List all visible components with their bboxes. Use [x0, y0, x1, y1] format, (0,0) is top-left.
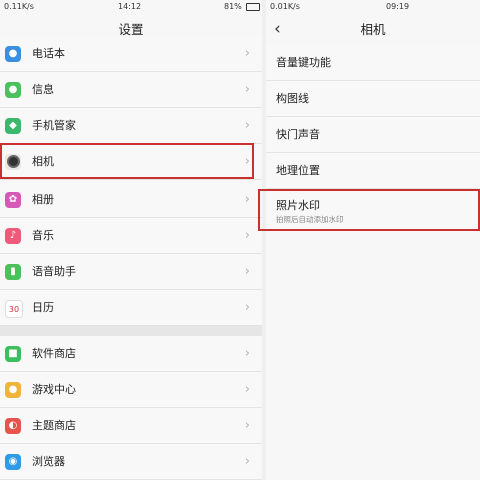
chevron-right-icon: ›	[244, 454, 250, 469]
settings-item-game[interactable]: ● 游戏中心 ›	[0, 372, 262, 408]
settings-panel: 0.11K/s 14:12 81% 设置 ● 电话本 › ● 信息 › ◆ 手机管家 › 相机 › ✿…	[0, 0, 262, 480]
network-speed: 0.01K/s	[270, 2, 300, 11]
settings-item-label: 电话本	[32, 47, 65, 60]
page-title: 相机	[360, 22, 386, 37]
theme-icon-glyph: ◐	[8, 420, 18, 431]
calendar-icon-glyph: 30	[8, 305, 20, 314]
message-icon-glyph: ●	[8, 84, 18, 95]
settings-item-message[interactable]: ● 信息 ›	[0, 72, 262, 108]
settings-item-theme[interactable]: ◐ 主题商店 ›	[0, 408, 262, 444]
settings-item-label: 音乐	[32, 229, 54, 242]
camera-setting-item[interactable]: 地理位置	[266, 153, 480, 189]
music-icon-glyph: ♪	[9, 230, 17, 241]
settings-item-contacts[interactable]: ● 电话本 ›	[0, 36, 262, 72]
theme-icon: ◐	[5, 418, 21, 434]
browser-icon: ◉	[5, 454, 21, 470]
chevron-right-icon: ›	[244, 82, 250, 97]
camera-setting-label: 地理位置	[276, 164, 320, 177]
status-bar: 0.11K/s 14:12 81%	[0, 0, 262, 13]
chevron-right-icon: ›	[244, 192, 250, 207]
battery-icon	[246, 3, 260, 11]
settings-item-label: 软件商店	[32, 347, 76, 360]
chevron-right-icon: ›	[244, 118, 250, 133]
settings-item-browser[interactable]: ◉ 浏览器 ›	[0, 444, 262, 480]
chevron-right-icon: ›	[244, 228, 250, 243]
settings-item-label: 手机管家	[32, 119, 76, 132]
chevron-right-icon: ›	[244, 346, 250, 361]
chevron-right-icon: ›	[244, 264, 250, 279]
settings-item-label: 相册	[32, 193, 54, 206]
settings-item-app-store[interactable]: ■ 软件商店 ›	[0, 336, 262, 372]
calendar-icon: 30	[5, 300, 23, 318]
app-store-icon: ■	[5, 346, 21, 362]
settings-item-label: 浏览器	[32, 455, 65, 468]
status-time: 09:19	[386, 2, 410, 11]
camera-highlight-box	[0, 143, 254, 179]
settings-item-music[interactable]: ♪ 音乐 ›	[0, 218, 262, 254]
microphone-icon: ▮	[5, 264, 21, 280]
settings-item-shield[interactable]: ◆ 手机管家 ›	[0, 108, 262, 144]
back-arrow-icon[interactable]: ‹	[274, 13, 281, 46]
settings-item-label: 主题商店	[32, 419, 76, 432]
camera-setting-label: 快门声音	[276, 128, 320, 141]
settings-item-label: 游戏中心	[32, 383, 76, 396]
camera-setting-item[interactable]: 快门声音	[266, 117, 480, 153]
game-icon: ●	[5, 382, 21, 398]
contacts-icon-glyph: ●	[8, 48, 18, 59]
battery-level: 81%	[224, 2, 242, 11]
camera-setting-label: 音量键功能	[276, 56, 331, 69]
music-icon: ♪	[5, 228, 21, 244]
status-bar: 0.01K/s 09:19	[266, 0, 480, 13]
settings-item-label: 信息	[32, 83, 54, 96]
album-icon-glyph: ✿	[8, 194, 18, 205]
status-time: 14:12	[118, 2, 142, 11]
camera-setting-item[interactable]: 音量键功能	[266, 45, 480, 81]
camera-setting-label: 构图线	[276, 92, 309, 105]
chevron-right-icon: ›	[244, 418, 250, 433]
shield-icon: ◆	[5, 118, 21, 134]
settings-item-calendar[interactable]: 30 日历 ›	[0, 290, 262, 326]
camera-setting-item[interactable]: 构图线	[266, 81, 480, 117]
settings-item-label: 日历	[32, 301, 54, 314]
chevron-right-icon: ›	[244, 300, 250, 315]
watermark-highlight-box	[258, 189, 480, 231]
chevron-right-icon: ›	[244, 382, 250, 397]
camera-settings-panel: 0.01K/s 09:19 ‹ 相机 音量键功能 构图线 快门声音 地理位置 照片水印拍…	[266, 0, 480, 480]
settings-item-album[interactable]: ✿ 相册 ›	[0, 182, 262, 218]
game-icon-glyph: ●	[8, 384, 18, 395]
settings-item-microphone[interactable]: ▮ 语音助手 ›	[0, 254, 262, 290]
settings-item-label: 语音助手	[32, 265, 76, 278]
chevron-right-icon: ›	[244, 46, 250, 61]
section-divider	[0, 326, 262, 336]
browser-icon-glyph: ◉	[8, 456, 18, 467]
app-store-icon-glyph: ■	[8, 348, 18, 359]
camera-title-bar: ‹ 相机	[266, 13, 480, 46]
microphone-icon-glyph: ▮	[10, 266, 16, 277]
album-icon: ✿	[5, 192, 21, 208]
network-speed: 0.11K/s	[4, 2, 34, 11]
message-icon: ●	[5, 82, 21, 98]
contacts-icon: ●	[5, 46, 21, 62]
shield-icon-glyph: ◆	[9, 120, 17, 131]
